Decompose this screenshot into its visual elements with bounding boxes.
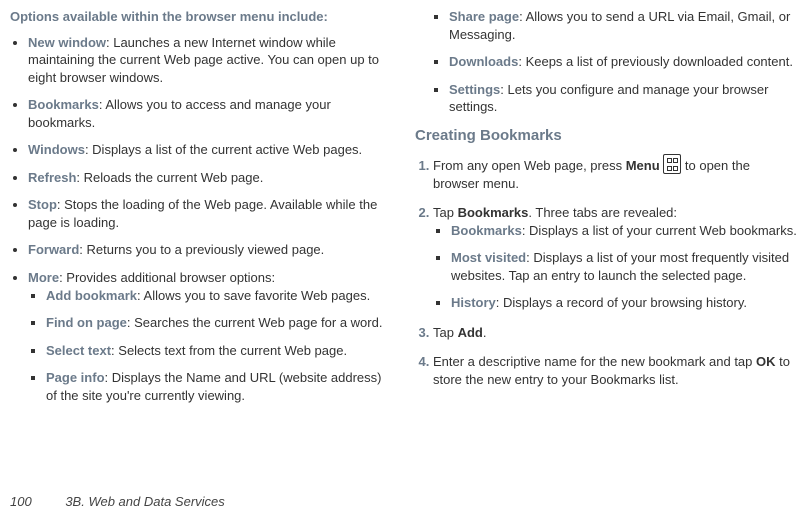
option-more: More: Provides additional browser option… (28, 269, 393, 404)
section-title: 3B. Web and Data Services (65, 494, 224, 509)
option-bookmarks: Bookmarks: Allows you to access and mana… (28, 96, 393, 131)
ok-label: OK (756, 354, 776, 369)
options-intro: Options available within the browser men… (10, 8, 393, 26)
term: Share page (449, 9, 519, 24)
text: Enter a descriptive name for the new boo… (433, 354, 756, 369)
sub-select-text: Select text: Selects text from the curre… (46, 342, 393, 360)
more-sublist: Add bookmark: Allows you to save favorit… (28, 287, 393, 405)
term: Select text (46, 343, 111, 358)
step-1: From any open Web page, press Menu to op… (433, 154, 798, 192)
bookmark-steps: From any open Web page, press Menu to op… (415, 154, 798, 388)
desc: : Provides additional browser options: (59, 270, 275, 285)
desc: : Displays a record of your browsing his… (496, 295, 747, 310)
term: Page info (46, 370, 105, 385)
term: Bookmarks (28, 97, 99, 112)
term: Forward (28, 242, 79, 257)
term: New window (28, 35, 106, 50)
sub-add-bookmark: Add bookmark: Allows you to save favorit… (46, 287, 393, 305)
text: From any open Web page, press (433, 158, 626, 173)
desc: : Keeps a list of previously downloaded … (518, 54, 793, 69)
text: . Three tabs are revealed: (528, 205, 677, 220)
option-forward: Forward: Returns you to a previously vie… (28, 241, 393, 259)
term: Settings (449, 82, 500, 97)
desc: : Returns you to a previously viewed pag… (79, 242, 324, 257)
term: Windows (28, 142, 85, 157)
step-4: Enter a descriptive name for the new boo… (433, 353, 798, 388)
sub-settings: Settings: Lets you configure and manage … (449, 81, 798, 116)
term: History (451, 295, 496, 310)
more-sublist-cont: Share page: Allows you to send a URL via… (415, 8, 798, 116)
left-column: Options available within the browser men… (10, 8, 393, 414)
desc: : Displays a list of the current active … (85, 142, 362, 157)
term: Most visited (451, 250, 526, 265)
term: Refresh (28, 170, 76, 185)
step-2: Tap Bookmarks. Three tabs are revealed: … (433, 204, 798, 312)
tab-bookmarks: Bookmarks: Displays a list of your curre… (451, 222, 798, 240)
desc: : Searches the current Web page for a wo… (127, 315, 383, 330)
term: Downloads (449, 54, 518, 69)
term: Stop (28, 197, 57, 212)
menu-icon (663, 154, 681, 174)
browser-options-list: New window: Launches a new Internet wind… (10, 34, 393, 405)
desc: : Stops the loading of the Web page. Ava… (28, 197, 377, 230)
desc: : Selects text from the current Web page… (111, 343, 347, 358)
option-stop: Stop: Stops the loading of the Web page.… (28, 196, 393, 231)
term: Find on page (46, 315, 127, 330)
option-windows: Windows: Displays a list of the current … (28, 141, 393, 159)
option-refresh: Refresh: Reloads the current Web page. (28, 169, 393, 187)
term: Add bookmark (46, 288, 137, 303)
text: Tap (433, 205, 458, 220)
sub-downloads: Downloads: Keeps a list of previously do… (449, 53, 798, 71)
sub-share-page: Share page: Allows you to send a URL via… (449, 8, 798, 43)
page-footer: 100 3B. Web and Data Services (10, 493, 225, 511)
sub-page-info: Page info: Displays the Name and URL (we… (46, 369, 393, 404)
option-new-window: New window: Launches a new Internet wind… (28, 34, 393, 87)
step-3: Tap Add. (433, 324, 798, 342)
tab-history: History: Displays a record of your brows… (451, 294, 798, 312)
desc: : Displays a list of your current Web bo… (522, 223, 797, 238)
text: . (483, 325, 487, 340)
right-column: Share page: Allows you to send a URL via… (415, 8, 798, 414)
term: Bookmarks (451, 223, 522, 238)
tab-most-visited: Most visited: Displays a list of your mo… (451, 249, 798, 284)
text: Tap (433, 325, 458, 340)
desc: : Allows you to save favorite Web pages. (137, 288, 370, 303)
menu-label: Menu (626, 158, 660, 173)
bookmarks-label: Bookmarks (458, 205, 529, 220)
add-label: Add (458, 325, 483, 340)
page-number: 100 (10, 494, 32, 509)
desc: : Reloads the current Web page. (76, 170, 263, 185)
term: More (28, 270, 59, 285)
creating-bookmarks-heading: Creating Bookmarks (415, 126, 798, 146)
sub-find-on-page: Find on page: Searches the current Web p… (46, 314, 393, 332)
step2-sublist: Bookmarks: Displays a list of your curre… (433, 222, 798, 312)
